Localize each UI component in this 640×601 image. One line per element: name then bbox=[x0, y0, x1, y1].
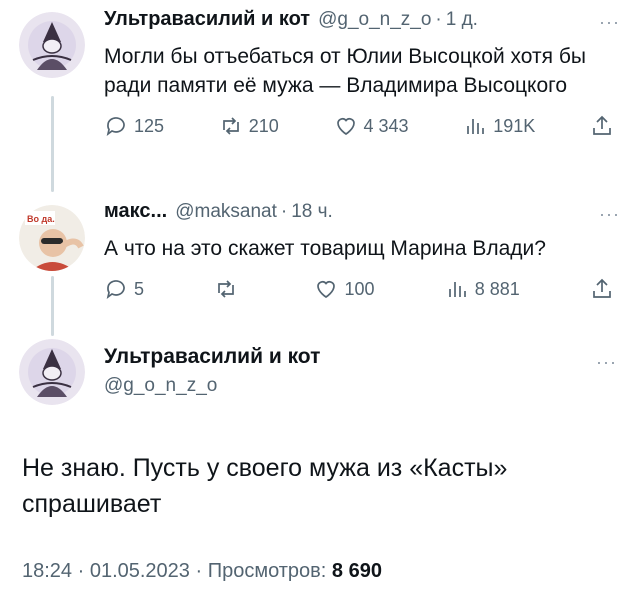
tweet-text: А что на это скажет товарищ Марина Влади… bbox=[104, 237, 546, 260]
views-count: 191K bbox=[493, 115, 536, 136]
svg-text:Во да.: Во да. bbox=[27, 214, 55, 224]
main-tweet-header: Ультравасилий и кот @g_o_n_z_o bbox=[104, 345, 320, 397]
thread-line bbox=[51, 96, 54, 192]
timestamp[interactable]: 18:24 · 01.05.2023 · Просмотров: bbox=[22, 560, 326, 582]
more-options-button[interactable]: ··· bbox=[599, 204, 620, 225]
main-tweet-text: Не знаю. Пусть у своего мужа из «Касты» … bbox=[22, 454, 508, 518]
author-name[interactable]: макс... bbox=[104, 200, 167, 223]
views-icon bbox=[467, 119, 485, 134]
views-button[interactable]: 8 881 bbox=[445, 277, 520, 301]
reply-icon bbox=[106, 280, 125, 300]
reply-icon bbox=[106, 117, 125, 137]
reply-button[interactable]: 125 bbox=[104, 114, 164, 138]
tweet-actions: 125 210 4 343 191K bbox=[104, 114, 614, 138]
views-button[interactable]: 191K bbox=[463, 114, 535, 138]
reply-button[interactable]: 5 bbox=[104, 277, 144, 301]
thread-line bbox=[51, 276, 54, 336]
separator: · bbox=[435, 9, 442, 30]
author-name[interactable]: Ультравасилий и кот bbox=[104, 8, 310, 31]
avatar[interactable] bbox=[19, 12, 85, 78]
more-options-button[interactable]: ··· bbox=[599, 12, 620, 33]
views-count: 8 690 bbox=[331, 560, 382, 582]
like-icon bbox=[336, 118, 355, 136]
tweet-time[interactable]: 18 ч. bbox=[291, 201, 333, 223]
share-button[interactable] bbox=[590, 277, 614, 301]
reply-count: 5 bbox=[134, 278, 145, 299]
author-handle[interactable]: @g_o_n_z_o bbox=[104, 375, 320, 397]
share-button[interactable] bbox=[590, 114, 614, 138]
views-icon bbox=[448, 282, 466, 297]
retweet-button[interactable]: 210 bbox=[219, 114, 279, 138]
more-options-button[interactable]: ··· bbox=[596, 352, 617, 373]
retweet-button[interactable] bbox=[214, 277, 244, 301]
tweet[interactable]: макс... @maksanat · 18 ч. ··· А что на э… bbox=[104, 200, 620, 301]
author-handle[interactable]: @g_o_n_z_o bbox=[318, 9, 431, 31]
retweet-count: 210 bbox=[248, 115, 279, 136]
tweet-header: макс... @maksanat · 18 ч. bbox=[104, 200, 620, 230]
tweet-actions: 5 100 8 881 bbox=[104, 277, 614, 301]
tweet-meta: 18:24 · 01.05.2023 · Просмотров: 8 690 bbox=[22, 560, 382, 583]
like-count: 100 bbox=[344, 278, 375, 299]
tweet-time[interactable]: 1 д. bbox=[446, 9, 478, 31]
reply-count: 125 bbox=[134, 115, 165, 136]
like-icon bbox=[317, 281, 336, 299]
retweet-icon bbox=[222, 117, 239, 135]
like-button[interactable]: 100 bbox=[314, 277, 375, 301]
separator: · bbox=[280, 201, 288, 222]
tweet-header: Ультравасилий и кот @g_o_n_z_o · 1 д. bbox=[104, 8, 620, 38]
views-count: 8 881 bbox=[474, 278, 520, 299]
like-button[interactable]: 4 343 bbox=[334, 114, 409, 138]
tweet-text: Могли бы отъебаться от Юлии Высоцкой хот… bbox=[104, 45, 586, 97]
share-icon bbox=[593, 278, 611, 298]
share-icon bbox=[593, 115, 611, 135]
avatar[interactable]: Во да. bbox=[19, 205, 85, 271]
author-handle[interactable]: @maksanat bbox=[175, 201, 277, 223]
author-name[interactable]: Ультравасилий и кот bbox=[104, 345, 320, 369]
retweet-icon bbox=[218, 280, 235, 298]
tweet[interactable]: Ультравасилий и кот @g_o_n_z_o · 1 д. ··… bbox=[104, 8, 620, 138]
avatar[interactable] bbox=[19, 339, 85, 405]
like-count: 4 343 bbox=[363, 115, 409, 136]
